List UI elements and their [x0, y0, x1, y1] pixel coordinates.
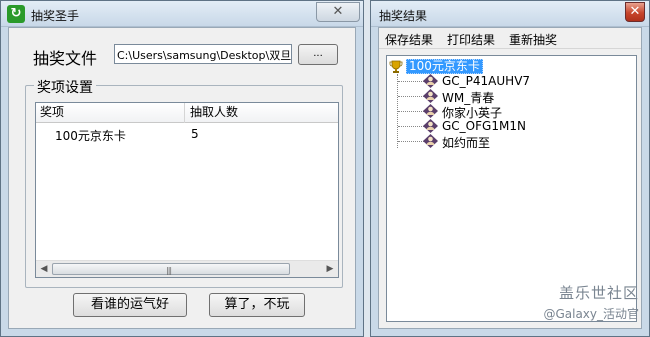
grip-icon: |||	[166, 266, 172, 275]
title-bar[interactable]: ↻ 抽奖圣手 ✕	[1, 1, 363, 27]
user-icon	[423, 74, 438, 88]
user-icon	[423, 119, 438, 133]
main-client-area: 抽奖文件 C:\Users\samsung\Desktop\双旦活 ... 奖项…	[8, 27, 356, 329]
horizontal-scrollbar[interactable]: ◀ ||| ▶	[36, 260, 338, 277]
browse-button[interactable]: ...	[298, 44, 338, 65]
trophy-icon	[389, 60, 403, 73]
menu-print-results[interactable]: 打印结果	[447, 31, 495, 48]
user-icon	[423, 134, 438, 148]
lottery-main-window: ↻ 抽奖圣手 ✕ 抽奖文件 C:\Users\samsung\Desktop\双…	[0, 0, 364, 337]
watermark-community: 盖乐世社区	[558, 284, 639, 302]
column-header-prize[interactable]: 奖项	[36, 103, 185, 123]
tree-child-node[interactable]: GC_OFG1M1N	[442, 119, 526, 133]
menu-bar: 保存结果 打印结果 重新抽奖	[379, 28, 641, 49]
lottery-app-icon: ↻	[7, 5, 25, 23]
prize-name-cell: 100元京东卡	[55, 129, 126, 143]
menu-save-results[interactable]: 保存结果	[385, 31, 433, 48]
tree-connector	[398, 126, 424, 127]
window-title: 抽奖结果	[379, 9, 428, 23]
group-title: 奖项设置	[34, 77, 96, 97]
start-draw-button[interactable]: 看谁的运气好	[73, 293, 187, 317]
tree-child-node[interactable]: GC_P41AUHV7	[442, 74, 530, 88]
window-title: 抽奖圣手	[31, 9, 80, 23]
watermark-handle: @Galaxy_活动官	[543, 307, 639, 321]
tree-connector	[398, 81, 424, 82]
list-header: 奖项 抽取人数	[36, 103, 338, 123]
title-bar[interactable]: 抽奖结果 ✕	[371, 1, 649, 27]
table-row[interactable]: 100元京东卡 5	[36, 125, 338, 143]
scroll-left-icon[interactable]: ◀	[37, 263, 51, 276]
scrollbar-thumb[interactable]: |||	[52, 263, 290, 275]
prize-count-cell: 5	[191, 127, 199, 141]
file-path-field[interactable]: C:\Users\samsung\Desktop\双旦活	[114, 44, 292, 64]
quit-button[interactable]: 算了，不玩	[209, 293, 305, 317]
close-button[interactable]: ✕	[316, 2, 360, 22]
close-icon: ✕	[629, 4, 641, 19]
user-icon	[423, 89, 438, 103]
menu-redraw[interactable]: 重新抽奖	[509, 31, 557, 48]
tree-connector	[398, 111, 424, 112]
file-label: 抽奖文件	[33, 49, 98, 68]
tree-connector	[398, 141, 424, 142]
prize-list[interactable]: 奖项 抽取人数 100元京东卡 5 ◀ ||| ▶	[35, 102, 339, 278]
scroll-right-icon[interactable]: ▶	[323, 263, 337, 276]
tree-connector	[398, 96, 424, 97]
tree-child-node[interactable]: 如约而至	[442, 134, 490, 151]
close-button[interactable]: ✕	[625, 2, 645, 22]
user-icon	[423, 104, 438, 118]
tree-root-node[interactable]: 100元京东卡	[406, 59, 483, 74]
column-header-count[interactable]: 抽取人数	[186, 103, 338, 123]
prize-settings-group: 奖项设置 奖项 抽取人数 100元京东卡 5 ◀ ||| ▶	[25, 77, 343, 288]
close-icon: ✕	[332, 4, 344, 19]
